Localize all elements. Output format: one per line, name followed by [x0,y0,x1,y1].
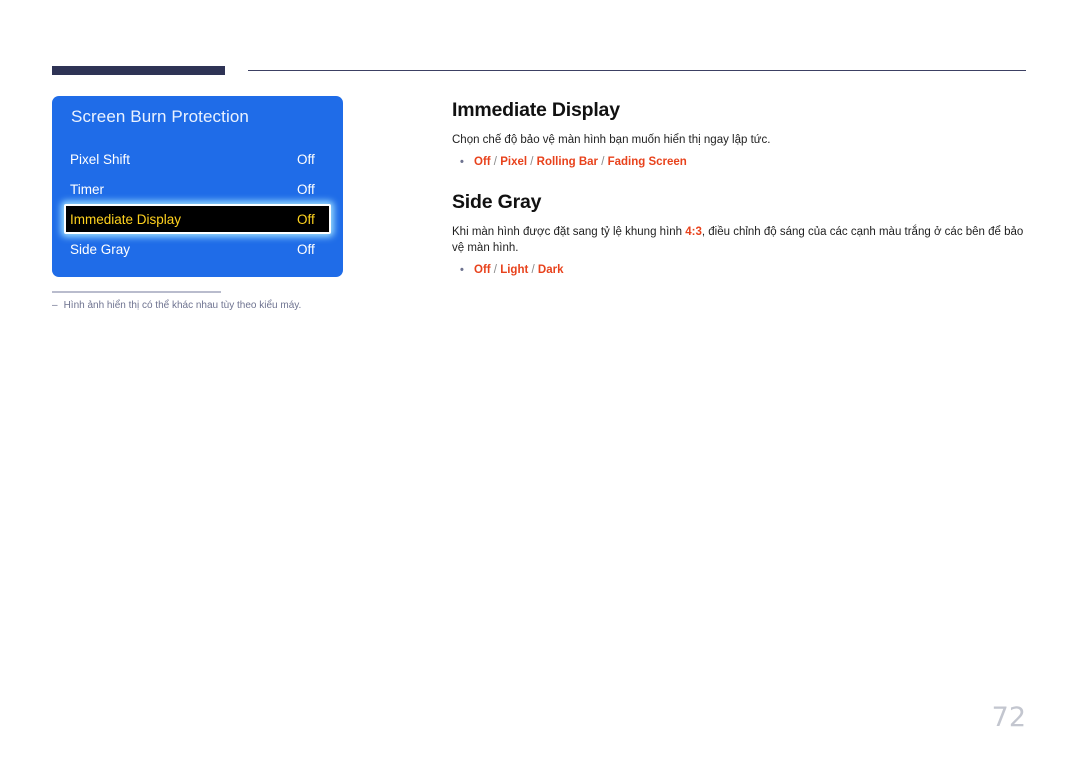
osd-item-label: Side Gray [70,241,131,257]
footnote: – Hình ảnh hiển thị có thể khác nhau tùy … [52,300,301,311]
body-text-lead: Chọn chế độ bảo vệ màn hình bạn muốn hiể… [452,134,771,146]
osd-item-value: Off [297,151,315,167]
option-separator: / [490,264,501,276]
body-text-highlight: 4:3 [685,226,702,238]
option-list-immediate-display: • Off / Pixel / Rolling Bar / Fading Scr… [452,155,1026,170]
osd-item-value: Off [297,181,315,197]
page-number: 72 [991,702,1026,733]
footnote-divider [52,291,221,293]
option-value: Off [474,156,491,168]
option-separator: / [490,156,501,168]
body-text-lead: Khi màn hình được đặt sang tỷ lệ khung h… [452,226,686,238]
osd-item-value: Off [297,211,315,227]
osd-item-label: Pixel Shift [70,151,131,167]
option-value: Dark [537,264,564,276]
footnote-dash: – [52,300,58,311]
osd-menu-title: Screen Burn Protection [71,107,249,126]
option-value: Rolling Bar [536,156,598,168]
section-body-immediate-display: Chọn chế độ bảo vệ màn hình bạn muốn hiể… [452,132,1026,148]
osd-menu-item-timer[interactable]: Timer Off [52,174,343,204]
option-list-side-gray: • Off / Light / Dark [452,263,1026,278]
osd-menu-item-pixel-shift[interactable]: Pixel Shift Off [52,144,343,174]
osd-menu-item-immediate-display[interactable]: Immediate Display Off [64,204,331,234]
option-value: Off [474,264,491,276]
option-separator: / [527,156,537,168]
option-values: Off / Pixel / Rolling Bar / Fading Scree… [474,155,687,170]
footnote-text: Hình ảnh hiển thị có thể khác nhau tùy t… [63,300,302,311]
osd-menu-item-side-gray[interactable]: Side Gray Off [52,234,343,264]
osd-menu-list: Pixel Shift Off Timer Off Immediate Disp… [52,144,343,264]
option-separator: / [528,264,538,276]
option-separator: / [598,156,608,168]
bullet-icon: • [460,264,464,276]
osd-menu-panel: Screen Burn Protection Pixel Shift Off T… [52,96,343,277]
osd-item-label: Timer [70,181,104,197]
osd-item-value: Off [297,241,315,257]
bullet-icon: • [460,156,464,168]
option-value: Light [500,264,529,276]
osd-item-label: Immediate Display [70,211,182,227]
option-value: Pixel [500,156,528,168]
content-column: Immediate Display Chọn chế độ bảo vệ màn… [452,99,1026,278]
header-rule-thin [248,70,1026,71]
option-value: Fading Screen [607,156,687,168]
header-rule-thick [52,66,225,75]
option-values: Off / Light / Dark [474,263,563,278]
section-heading-side-gray: Side Gray [452,191,542,213]
section-heading-immediate-display: Immediate Display [452,99,620,121]
section-body-side-gray: Khi màn hình được đặt sang tỷ lệ khung h… [452,224,1026,256]
